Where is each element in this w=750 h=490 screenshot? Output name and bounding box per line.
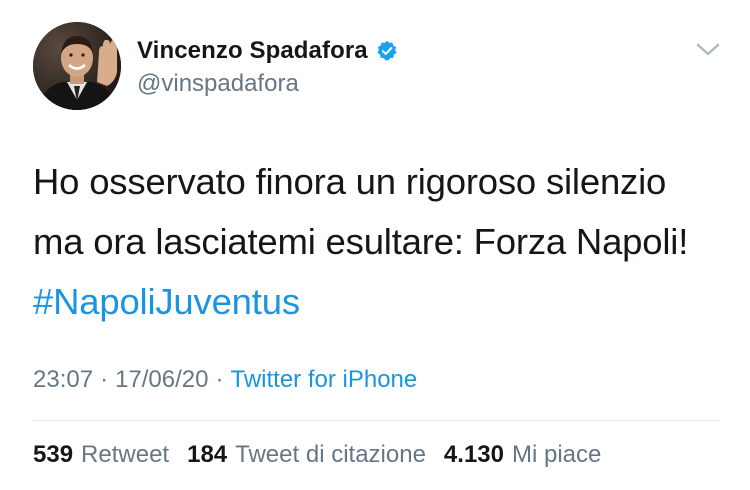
tweet-text: Ho osservato finora un rigoroso silenzio… [33, 152, 723, 332]
like-count[interactable]: 4.130 [444, 441, 504, 469]
author-display-name[interactable]: Vincenzo Spadafora [137, 37, 368, 65]
tweet-time[interactable]: 23:07 [33, 366, 93, 394]
author-name-row[interactable]: Vincenzo Spadafora [137, 36, 398, 66]
author-handle[interactable]: @vinspadafora [137, 70, 299, 98]
tweet-source-link[interactable]: Twitter for iPhone [230, 366, 417, 394]
retweet-count[interactable]: 539 [33, 441, 73, 469]
verified-badge-icon [376, 40, 398, 62]
tweet-meta: 23:07 · 17/06/20 · Twitter for iPhone [33, 366, 417, 394]
avatar-photo [33, 22, 121, 110]
tweet-date[interactable]: 17/06/20 [115, 366, 208, 394]
divider [33, 420, 720, 421]
tweet-body: Ho osservato finora un rigoroso silenzio… [33, 161, 689, 262]
meta-separator: · [215, 366, 224, 393]
tweet-card: Vincenzo Spadafora @vinspadafora Ho osse… [0, 0, 750, 490]
quote-label[interactable]: Tweet di citazione [235, 441, 426, 469]
chevron-down-icon[interactable] [694, 40, 722, 60]
quote-count[interactable]: 184 [187, 441, 227, 469]
retweet-label[interactable]: Retweet [81, 441, 169, 469]
tweet-stats: 539 Retweet 184 Tweet di citazione 4.130… [33, 441, 601, 469]
meta-separator: · [100, 366, 109, 393]
like-label[interactable]: Mi piace [512, 441, 601, 469]
avatar[interactable] [33, 22, 121, 110]
hashtag-link[interactable]: #NapoliJuventus [33, 281, 300, 322]
